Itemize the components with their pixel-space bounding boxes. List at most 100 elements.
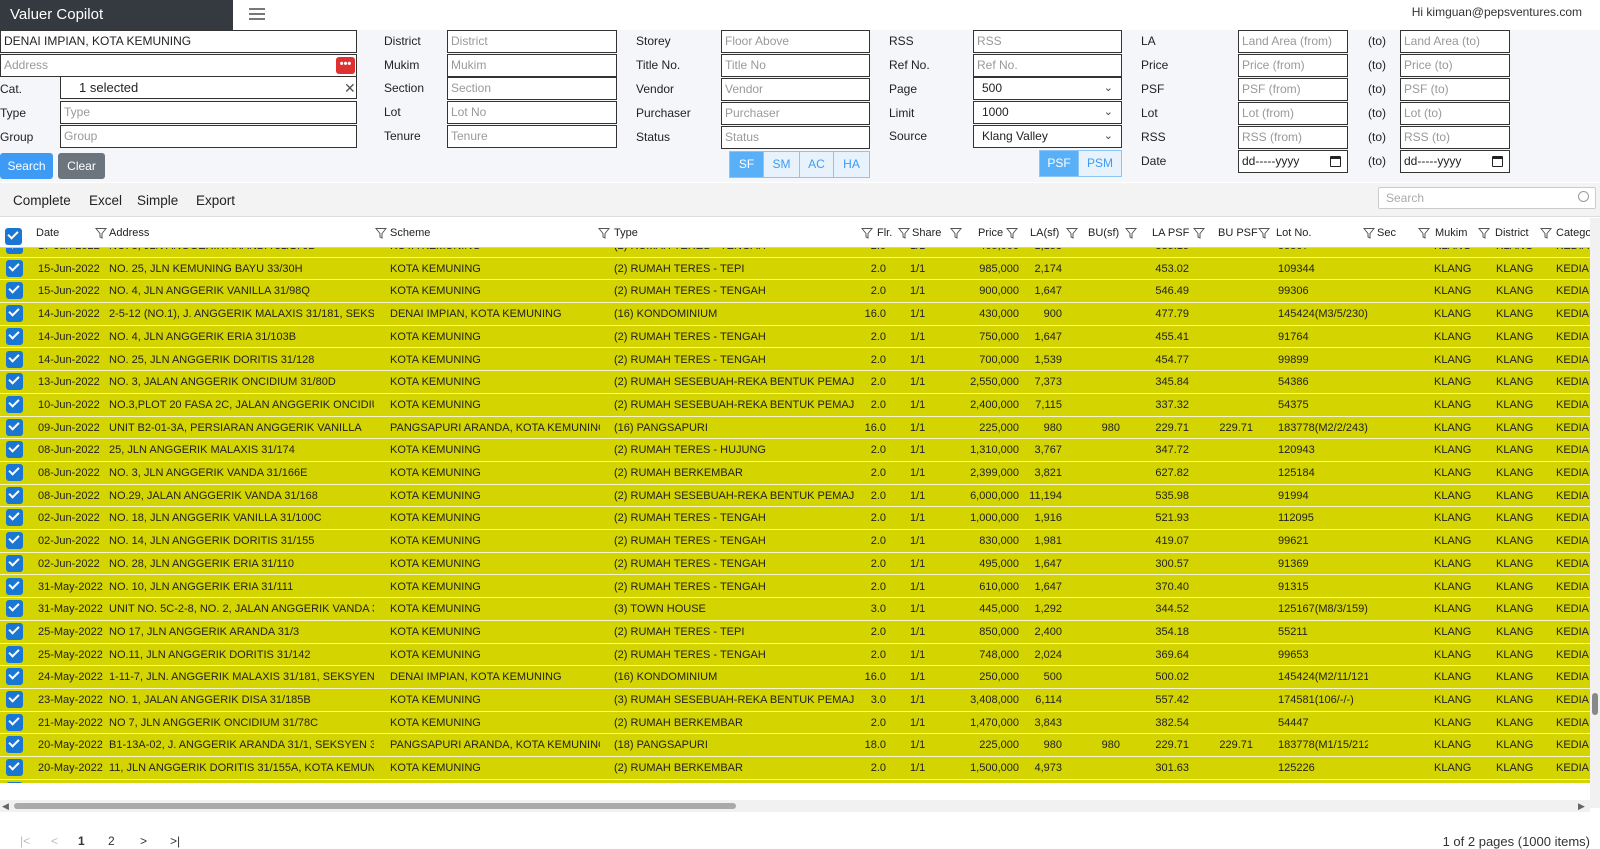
price-from-input[interactable]: Price (from) xyxy=(1238,54,1348,77)
table-row[interactable]: 13-Jun-2022 NO. 3, JALAN ANGGERIK ONCIDIU… xyxy=(0,371,1590,394)
filter-icon[interactable] xyxy=(1124,227,1138,239)
column-header-address[interactable]: Address xyxy=(109,218,149,248)
rss-input[interactable]: RSS xyxy=(973,30,1122,53)
table-row[interactable]: 25-May-2022 NO.11, JLN ANGGERIK DORITIS 3… xyxy=(0,644,1590,667)
scroll-left-icon[interactable]: ◀ xyxy=(2,800,9,812)
table-row[interactable]: 18-May-2022 NO. 30, JLN ANGGERIK ONCIDIUM… xyxy=(0,780,1590,783)
column-header-scheme[interactable]: Scheme xyxy=(390,218,430,248)
table-row[interactable]: 09-Jun-2022 UNIT B2-01-3A, PERSIARAN ANGG… xyxy=(0,417,1590,440)
toggle-sf[interactable]: SF xyxy=(729,151,764,178)
row-checkbox[interactable] xyxy=(6,418,23,436)
limit-select[interactable]: 1000 ⌄ xyxy=(973,101,1122,124)
search-button[interactable]: Search xyxy=(0,153,53,179)
calendar-icon[interactable] xyxy=(1330,156,1341,167)
user-greeting[interactable]: Hi kimguan@pepsventures.com xyxy=(1412,5,1582,19)
purchaser-input[interactable]: Purchaser xyxy=(721,102,870,125)
horizontal-scrollbar[interactable]: ◀ ▶ xyxy=(0,800,1590,812)
toggle-psf[interactable]: PSF xyxy=(1039,150,1079,177)
table-row[interactable]: 17-Jun-2022 NO. 3, JLN ANGGERIK ARANDA 31… xyxy=(0,248,1590,258)
column-header-sec[interactable]: Sec xyxy=(1377,218,1396,248)
row-checkbox[interactable] xyxy=(6,282,23,300)
row-checkbox[interactable] xyxy=(6,645,23,663)
row-checkbox[interactable] xyxy=(6,486,23,504)
address-input[interactable]: Address xyxy=(0,54,357,77)
page-1-button[interactable]: 1 xyxy=(78,834,85,848)
row-checkbox[interactable] xyxy=(6,441,23,459)
clear-button[interactable]: Clear xyxy=(58,153,105,179)
filter-icon[interactable] xyxy=(1417,227,1431,239)
scheme-input[interactable]: DENAI IMPIAN, KOTA KEMUNING xyxy=(0,30,357,53)
filter-icon[interactable] xyxy=(1192,227,1206,239)
scrollbar-thumb[interactable] xyxy=(14,803,736,809)
table-row[interactable]: 14-Jun-2022 NO. 25, JLN ANGGERIK DORITIS … xyxy=(0,349,1590,372)
table-row[interactable]: 23-May-2022 NO. 1, JALAN ANGGERIK DISA 31… xyxy=(0,689,1590,712)
la-to-input[interactable]: Land Area (to) xyxy=(1400,30,1510,53)
column-header-price[interactable]: Price xyxy=(978,218,1003,248)
select-all-checkbox[interactable] xyxy=(5,228,22,245)
table-row[interactable]: 02-Jun-2022 NO. 18, JLN ANGGERIK VANILLA … xyxy=(0,507,1590,531)
column-header-lot-no[interactable]: Lot No. xyxy=(1276,218,1311,248)
filter-icon[interactable] xyxy=(860,227,874,239)
lot-input[interactable]: Lot No xyxy=(447,101,617,124)
table-row[interactable]: 24-May-2022 1-11-7, JLN. ANGGERIK MALAXIS… xyxy=(0,666,1590,689)
vendor-input[interactable]: Vendor xyxy=(721,78,870,101)
ref-input[interactable]: Ref No. xyxy=(973,54,1122,77)
menu-icon[interactable] xyxy=(247,4,267,24)
table-row[interactable]: 20-May-2022 B1-13A-02, J. ANGGERIK ARANDA… xyxy=(0,734,1590,758)
table-row[interactable]: 14-Jun-2022 2-5-12 (NO.1), J. ANGGERIK MA… xyxy=(0,303,1590,326)
lot-from-input[interactable]: Lot (from) xyxy=(1238,102,1348,125)
table-row[interactable]: 08-Jun-2022 NO. 3, JLN ANGGERIK VANDA 31/… xyxy=(0,462,1590,485)
complete-tab[interactable]: Complete xyxy=(13,193,71,208)
row-checkbox[interactable] xyxy=(6,464,23,481)
column-header-bu-psf[interactable]: BU PSF xyxy=(1218,218,1258,248)
calendar-icon[interactable] xyxy=(1492,156,1503,167)
category-select[interactable]: 1 selected xyxy=(60,76,357,99)
row-checkbox[interactable] xyxy=(6,327,23,345)
table-row[interactable]: 14-Jun-2022 NO. 4, JLN ANGGERIK ERIA 31/1… xyxy=(0,326,1590,349)
mukim-input[interactable]: Mukim xyxy=(447,54,617,77)
table-row[interactable]: 15-Jun-2022 NO. 4, JLN ANGGERIK VANILLA 3… xyxy=(0,280,1590,304)
price-to-input[interactable]: Price (to) xyxy=(1400,54,1510,77)
toggle-sm[interactable]: SM xyxy=(763,151,800,178)
rss-to-input[interactable]: RSS (to) xyxy=(1400,126,1510,149)
type-input[interactable]: Type xyxy=(60,101,357,124)
column-header-share[interactable]: Share xyxy=(912,218,941,248)
date-from-input[interactable]: dd-----yyyy xyxy=(1238,150,1348,173)
column-header-flr[interactable]: Flr. xyxy=(877,218,892,248)
toggle-ac[interactable]: AC xyxy=(799,151,834,178)
filter-icon[interactable] xyxy=(1257,227,1271,239)
column-header-mukim[interactable]: Mukim xyxy=(1435,218,1467,248)
table-row[interactable]: 31-May-2022 UNIT NO. 5C-2-8, NO. 2, JALAN… xyxy=(0,598,1590,621)
lot-to-input[interactable]: Lot (to) xyxy=(1400,102,1510,125)
grid-search-input[interactable]: Search xyxy=(1378,187,1596,209)
scroll-right-icon[interactable]: ▶ xyxy=(1578,800,1585,812)
filter-icon[interactable] xyxy=(94,227,108,239)
row-checkbox[interactable] xyxy=(6,668,23,686)
scrollbar-thumb[interactable] xyxy=(1592,693,1598,715)
next-page-button[interactable]: > xyxy=(140,834,147,848)
filter-icon[interactable] xyxy=(374,227,388,239)
tenure-input[interactable]: Tenure xyxy=(447,125,617,148)
filter-icon[interactable] xyxy=(1477,227,1491,239)
row-checkbox[interactable] xyxy=(6,736,23,754)
table-row[interactable]: 08-Jun-2022 NO.29, JALAN ANGGERIK VANDA 3… xyxy=(0,485,1590,508)
column-header-type[interactable]: Type xyxy=(614,218,638,248)
row-checkbox[interactable] xyxy=(6,305,23,323)
table-row[interactable]: 31-May-2022 NO. 10, JLN ANGGERIK ERIA 31/… xyxy=(0,576,1590,599)
table-row[interactable]: 21-May-2022 NO 7, JLN ANGGERIK ONCIDIUM 3… xyxy=(0,712,1590,735)
row-checkbox[interactable] xyxy=(6,781,23,783)
row-checkbox[interactable] xyxy=(6,691,23,708)
first-page-button[interactable]: |< xyxy=(20,834,30,848)
table-row[interactable]: 25-May-2022 NO 17, JLN ANGGERIK ARANDA 31… xyxy=(0,621,1590,644)
filter-icon[interactable] xyxy=(1539,227,1553,239)
rss-from-input[interactable]: RSS (from) xyxy=(1238,126,1348,149)
source-select[interactable]: Klang Valley ⌄ xyxy=(973,125,1122,148)
row-checkbox[interactable] xyxy=(6,759,23,777)
row-checkbox[interactable] xyxy=(6,248,23,254)
filter-icon[interactable] xyxy=(597,227,611,239)
column-header-date[interactable]: Date xyxy=(36,218,59,248)
table-row[interactable]: 15-Jun-2022 NO. 25, JLN KEMUNING BAYU 33/… xyxy=(0,258,1590,281)
row-checkbox[interactable] xyxy=(6,532,23,550)
section-input[interactable]: Section xyxy=(447,77,617,100)
clear-selection-icon[interactable]: ✕ xyxy=(344,80,356,97)
